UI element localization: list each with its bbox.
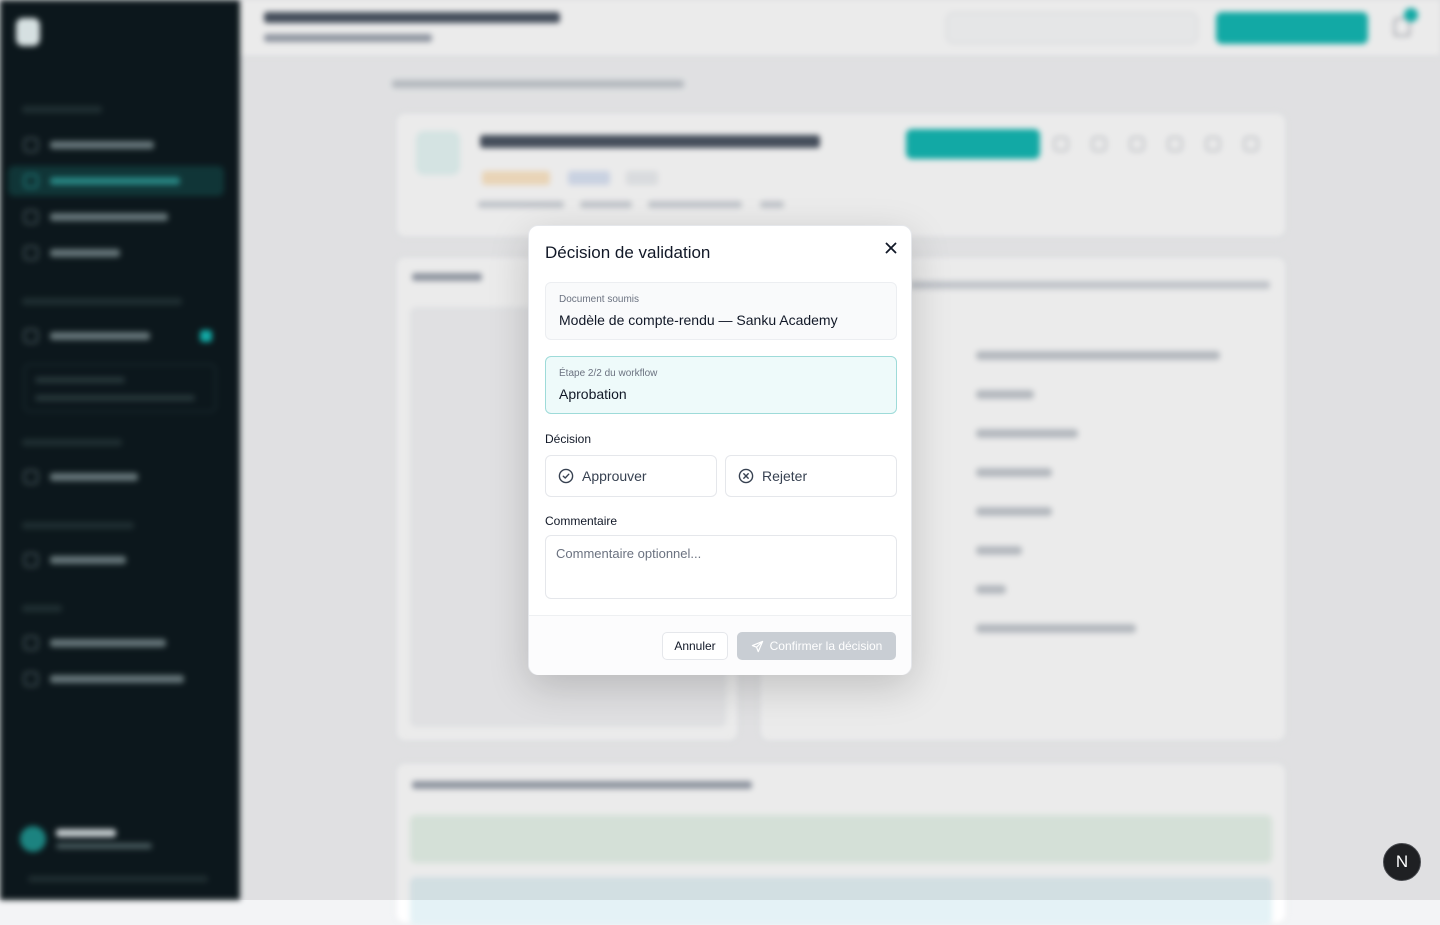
validation-decision-dialog: Décision de validation Document soumis M… bbox=[528, 225, 912, 675]
submitted-document-box: Document soumis Modèle de compte-rendu —… bbox=[545, 282, 897, 340]
x-circle-icon bbox=[738, 468, 754, 484]
close-icon[interactable] bbox=[881, 238, 901, 258]
comment-textarea[interactable] bbox=[545, 535, 897, 599]
submitted-document-label: Document soumis bbox=[559, 294, 640, 305]
workflow-step-box: Étape 2/2 du workflow Aprobation bbox=[545, 356, 897, 414]
workflow-step-label: Étape 2/2 du workflow bbox=[559, 368, 658, 379]
cancel-button[interactable]: Annuler bbox=[662, 632, 728, 660]
approve-button[interactable]: Approuver bbox=[545, 455, 717, 497]
workflow-step-value: Aprobation bbox=[559, 386, 627, 402]
dialog-footer: Annuler Confirmer la décision bbox=[529, 615, 911, 675]
send-icon bbox=[751, 640, 763, 652]
confirm-decision-button[interactable]: Confirmer la décision bbox=[737, 632, 896, 660]
confirm-decision-label: Confirmer la décision bbox=[769, 639, 883, 653]
reject-button[interactable]: Rejeter bbox=[725, 455, 897, 497]
approve-label: Approuver bbox=[582, 468, 647, 484]
reject-label: Rejeter bbox=[762, 468, 808, 484]
floating-action-button[interactable]: N bbox=[1383, 843, 1421, 881]
comment-label: Commentaire bbox=[545, 514, 618, 528]
decision-label: Décision bbox=[545, 432, 592, 446]
check-circle-icon bbox=[558, 468, 574, 484]
submitted-document-value: Modèle de compte-rendu — Sanku Academy bbox=[559, 312, 838, 328]
dialog-title: Décision de validation bbox=[545, 243, 711, 262]
